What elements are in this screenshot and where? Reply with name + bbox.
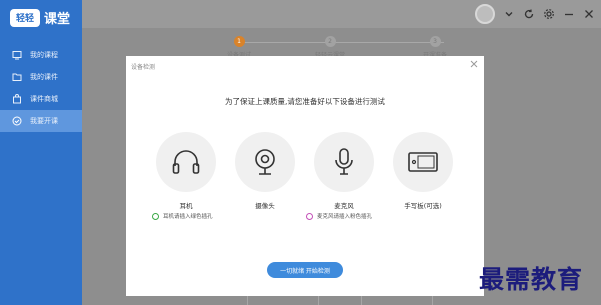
device-list: 耳机 摄像头 麦克风 手写板(可选) [126, 132, 484, 222]
title-bar [82, 0, 601, 28]
shopping-bag-icon [12, 94, 22, 104]
wizard-step-number: 2 [324, 36, 336, 47]
device-webcam: 摄像头 [230, 132, 300, 210]
logo-text: 课堂 [44, 12, 71, 27]
monitor-icon [12, 50, 22, 60]
sidebar-item-label: 我要开课 [30, 117, 58, 125]
sidebar-item-my-courses[interactable]: 我的课程 [0, 44, 82, 66]
pink-jack-icon [306, 212, 313, 220]
wizard-step-number: 1 [233, 36, 245, 47]
window-controls [475, 2, 595, 26]
dialog-title: 设备检测 [131, 64, 156, 71]
logo-badge: 轻轻 [10, 8, 40, 27]
sidebar-nav: 我的课程 我的课件 课件商城 我要开课 [0, 44, 82, 132]
gear-icon[interactable] [543, 8, 555, 20]
tablet-icon [393, 132, 453, 192]
device-microphone: 麦克风 [309, 132, 379, 210]
minimize-icon[interactable] [563, 8, 575, 20]
sidebar-item-label: 我的课程 [30, 51, 58, 59]
sidebar-item-my-coursewares[interactable]: 我的课件 [0, 66, 82, 88]
green-jack-icon [152, 212, 159, 220]
sidebar-item-courseware-store[interactable]: 课件商城 [0, 88, 82, 110]
folder-icon [12, 72, 22, 82]
avatar[interactable] [475, 4, 495, 24]
refresh-icon[interactable] [523, 8, 535, 20]
tip-text: 麦克风请插入粉色插孔 [317, 214, 373, 220]
tip-text: 耳机请插入绿色插孔 [163, 214, 213, 220]
wizard-step-number: 3 [429, 36, 441, 47]
device-check-dialog: 设备检测 为了保证上课质量,请您准备好以下设备进行测试 耳机 摄像头 麦克风 手… [126, 56, 484, 296]
microphone-icon [314, 132, 374, 192]
watermark: 最需教育 [479, 265, 584, 294]
device-name: 麦克风 [334, 202, 354, 210]
device-name: 摄像头 [255, 202, 275, 210]
check-circle-icon [12, 116, 22, 126]
microphone-tip: 麦克风请插入粉色插孔 [306, 212, 372, 220]
headphones-icon [156, 132, 216, 192]
device-name: 手写板(可选) [404, 202, 442, 210]
close-icon[interactable] [469, 59, 479, 69]
device-tablet: 手写板(可选) [388, 132, 458, 210]
chevron-down-icon[interactable] [503, 8, 515, 20]
sidebar-item-label: 我的课件 [30, 73, 58, 81]
webcam-icon [235, 132, 295, 192]
sidebar: 轻轻 课堂 我的课程 我的课件 课件商城 我要开课 [0, 0, 82, 305]
sidebar-item-start-class[interactable]: 我要开课 [0, 110, 82, 132]
dialog-heading: 为了保证上课质量,请您准备好以下设备进行测试 [225, 97, 385, 106]
sidebar-item-label: 课件商城 [30, 95, 58, 103]
start-check-button[interactable]: 一切就绪 开始检测 [267, 262, 343, 278]
app-logo: 轻轻 课堂 [10, 8, 70, 27]
device-headphones: 耳机 [151, 132, 221, 210]
device-name: 耳机 [179, 202, 193, 210]
headphone-tip: 耳机请插入绿色插孔 [152, 212, 213, 220]
close-icon[interactable] [583, 8, 595, 20]
